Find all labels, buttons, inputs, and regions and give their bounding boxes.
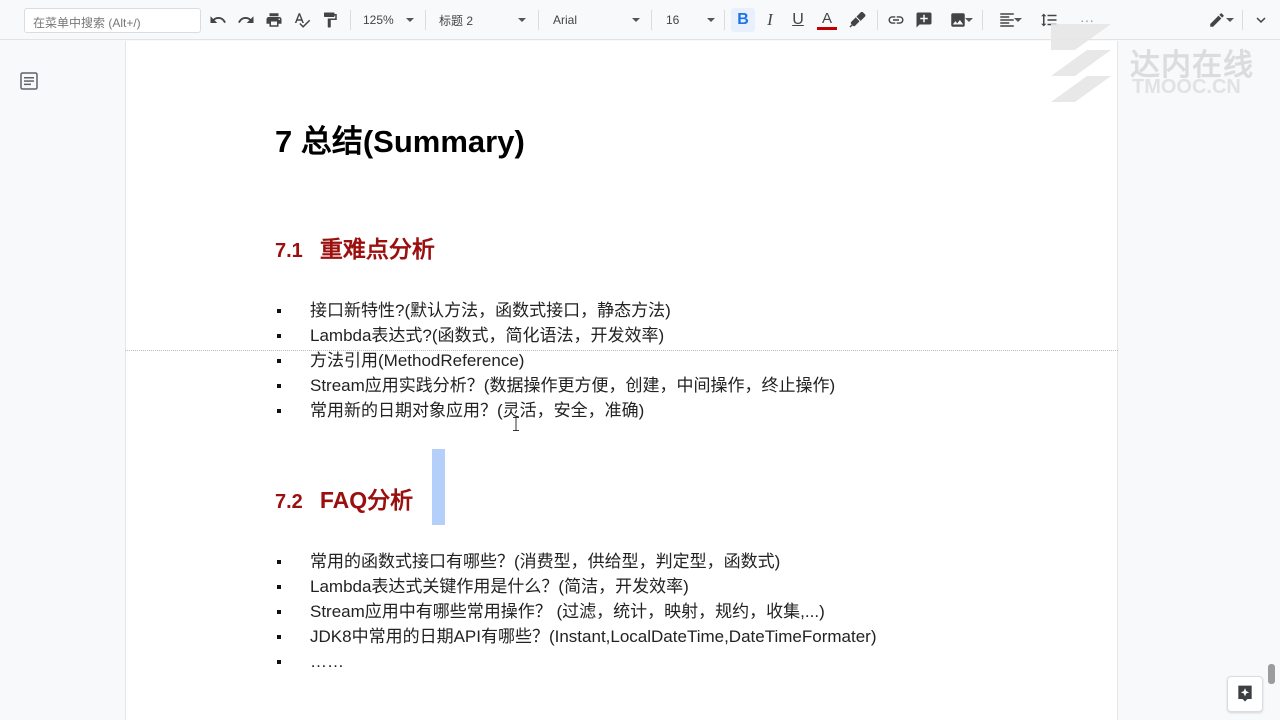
list-item[interactable]: 接口新特性?(默认方法，函数式接口，静态方法) xyxy=(275,298,835,323)
bullet-list: 常用的函数式接口有哪些？(消费型，供给型，判定型，函数式) Lambda表达式关… xyxy=(275,549,876,674)
explore-icon xyxy=(1238,685,1252,702)
font-size-value: 16 xyxy=(666,13,680,27)
zoom-select[interactable]: 125% xyxy=(363,8,418,32)
font-size-select[interactable]: 16 xyxy=(666,8,718,32)
chevron-down-icon xyxy=(1226,18,1234,22)
chevron-down-icon xyxy=(406,18,414,22)
section-title: 重难点分析 xyxy=(319,236,435,262)
list-item[interactable]: 常用的函数式接口有哪些？(消费型，供给型，判定型，函数式) xyxy=(275,549,876,574)
scrollbar-thumb[interactable] xyxy=(1268,664,1275,684)
highlight-icon[interactable] xyxy=(846,8,868,32)
bullet-list: 接口新特性?(默认方法，函数式接口，静态方法) Lambda表达式?(函数式，简… xyxy=(275,298,835,423)
text-color-button[interactable]: A xyxy=(815,8,839,32)
align-left-icon[interactable] xyxy=(990,8,1024,32)
section-title: FAQ分析 xyxy=(319,487,414,513)
document-heading-1[interactable]: 7 总结(Summary) xyxy=(275,116,525,161)
list-item[interactable]: 常用新的日期对象应用？(灵活，安全，准确) xyxy=(275,398,835,423)
insert-image-icon[interactable] xyxy=(941,8,975,32)
paragraph-style-value: 标题 2 xyxy=(439,13,474,28)
chevron-down-icon xyxy=(632,18,640,22)
chevron-down-icon xyxy=(518,18,526,22)
print-icon[interactable] xyxy=(263,8,285,32)
undo-icon[interactable] xyxy=(207,8,229,32)
paint-format-icon[interactable] xyxy=(319,8,341,32)
italic-button[interactable]: I xyxy=(759,8,781,32)
font-family-value: Arial xyxy=(553,13,578,27)
text-selection-highlight xyxy=(432,449,445,525)
chevron-down-icon xyxy=(1014,18,1022,22)
toolbar-divider xyxy=(982,10,983,30)
section-number: 7.1 xyxy=(275,240,303,262)
toolbar-divider xyxy=(425,10,426,30)
toolbar-divider xyxy=(1242,10,1243,30)
text-color-swatch xyxy=(817,26,837,30)
section-heading-7-1[interactable]: 7.1 重难点分析 xyxy=(275,230,435,264)
chevron-down-icon xyxy=(965,18,973,22)
toolbar-divider xyxy=(350,10,351,30)
explore-button[interactable] xyxy=(1227,676,1263,712)
list-item[interactable]: Lambda表达式?(函数式，简化语法，开发效率) xyxy=(275,323,835,348)
add-comment-icon[interactable] xyxy=(913,8,935,32)
menu-search-input[interactable]: 在菜单中搜索 (Alt+/) xyxy=(24,8,201,33)
list-item[interactable]: Stream应用实践分析？(数据操作更方便，创建，中间操作，终止操作) xyxy=(275,373,835,398)
spellcheck-icon[interactable] xyxy=(291,8,313,32)
list-item[interactable]: …… xyxy=(275,649,876,674)
collapse-toolbar-icon[interactable] xyxy=(1250,8,1272,32)
list-item[interactable]: JDK8中常用的日期API有哪些？(Instant,LocalDateTime,… xyxy=(275,624,876,649)
section-number: 7.2 xyxy=(275,491,303,513)
list-item[interactable]: Stream应用中有哪些常用操作？ (过滤，统计，映射，规约，收集,...) xyxy=(275,599,876,624)
zoom-value: 125% xyxy=(363,13,394,27)
text-color-letter: A xyxy=(821,9,832,27)
text-cursor-icon xyxy=(513,417,519,434)
redo-icon[interactable] xyxy=(235,8,257,32)
paragraph-style-select[interactable]: 标题 2 xyxy=(439,8,529,32)
toolbar-divider xyxy=(538,10,539,30)
toolbar-divider xyxy=(877,10,878,30)
watermark-logo-icon xyxy=(1045,20,1117,104)
underline-button[interactable]: U xyxy=(787,8,809,32)
toolbar-divider xyxy=(651,10,652,30)
link-icon[interactable] xyxy=(885,8,907,32)
toolbar-divider xyxy=(724,10,725,30)
list-item[interactable]: 方法引用(MethodReference) xyxy=(275,348,835,373)
chevron-down-icon xyxy=(707,18,715,22)
bold-button[interactable]: B xyxy=(731,8,755,32)
list-item[interactable]: Lambda表达式关键作用是什么？(简洁，开发效率) xyxy=(275,574,876,599)
editing-mode-icon[interactable] xyxy=(1200,8,1234,32)
font-family-select[interactable]: Arial xyxy=(553,8,643,32)
section-heading-7-2[interactable]: 7.2 FAQ分析 xyxy=(275,481,413,515)
document-outline-icon[interactable] xyxy=(20,72,38,90)
watermark-url: TMOOC.CN xyxy=(1132,76,1241,98)
